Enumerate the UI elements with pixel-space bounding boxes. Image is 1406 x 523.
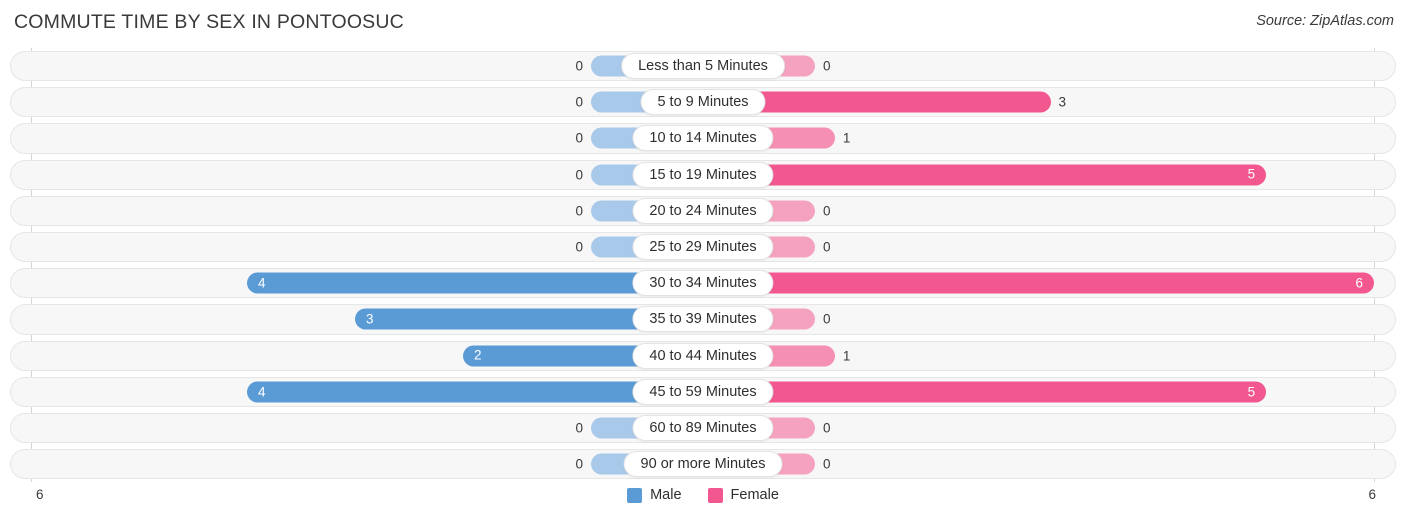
bar-value-female: 0 (823, 58, 831, 74)
bar-male[interactable]: 4 (247, 272, 679, 294)
category-label: 25 to 29 Minutes (632, 234, 774, 261)
category-label: 35 to 39 Minutes (632, 306, 774, 333)
bar-value-female: 0 (823, 239, 831, 255)
chart-plot-area: 0 0 Less than 5 Minutes 0 3 5 to 9 Minutes 0 1 1… (0, 48, 1406, 482)
bar-value-female: 3 (1058, 94, 1067, 110)
bar-value-male: 3 (366, 311, 374, 327)
page-title: COMMUTE TIME BY SEX IN PONTOOSUC (14, 11, 404, 33)
chart-row: 2 1 40 to 44 Minutes (0, 338, 1406, 374)
bar-value-female: 0 (823, 420, 831, 436)
bar-value-male: 0 (575, 420, 583, 436)
bar-value-male: 2 (474, 347, 482, 363)
category-label: 90 or more Minutes (623, 451, 783, 478)
bar-value-male: 4 (258, 384, 266, 400)
legend-item-female[interactable]: Female (707, 487, 779, 503)
bar-value-female: 1 (842, 130, 851, 146)
bar-female[interactable] (727, 91, 1051, 113)
chart-footer: 6 6 Male Female (0, 482, 1406, 523)
source-attribution: Source: ZipAtlas.com (1256, 13, 1394, 29)
bar-value-male: 0 (575, 94, 583, 110)
category-label: Less than 5 Minutes (621, 53, 785, 80)
bar-value-female: 5 (1247, 384, 1256, 400)
bar-value-male: 0 (575, 166, 583, 182)
bar-female[interactable]: 5 (727, 164, 1267, 186)
chart-page: COMMUTE TIME BY SEX IN PONTOOSUC Source:… (0, 0, 1406, 523)
bar-value-male: 0 (575, 58, 583, 74)
bar-value-female: 0 (823, 311, 831, 327)
category-label: 10 to 14 Minutes (632, 125, 774, 152)
bar-female[interactable]: 6 (727, 272, 1374, 294)
bar-female[interactable]: 5 (727, 381, 1267, 403)
legend-label-male: Male (650, 487, 682, 503)
bar-value-female: 0 (823, 203, 831, 219)
category-label: 15 to 19 Minutes (632, 161, 774, 188)
chart-row: 0 3 5 to 9 Minutes (0, 84, 1406, 120)
chart-row: 0 0 20 to 24 Minutes (0, 193, 1406, 229)
category-label: 40 to 44 Minutes (632, 342, 774, 369)
bar-value-male: 0 (575, 203, 583, 219)
bar-male[interactable]: 4 (247, 381, 679, 403)
category-label: 20 to 24 Minutes (632, 197, 774, 224)
category-label: 30 to 34 Minutes (632, 270, 774, 297)
chart-legend: Male Female (0, 487, 1406, 503)
chart-row: 0 1 10 to 14 Minutes (0, 120, 1406, 156)
category-label: 60 to 89 Minutes (632, 414, 774, 441)
legend-swatch-female-icon (707, 487, 723, 503)
chart-row: 0 5 15 to 19 Minutes (0, 157, 1406, 193)
chart-row: 4 5 45 to 59 Minutes (0, 374, 1406, 410)
bar-value-male: 4 (258, 275, 266, 291)
chart-row: 0 0 90 or more Minutes (0, 446, 1406, 482)
category-label: 45 to 59 Minutes (632, 378, 774, 405)
bar-value-male: 0 (575, 456, 583, 472)
legend-label-female: Female (730, 487, 779, 503)
chart-header: COMMUTE TIME BY SEX IN PONTOOSUC Source:… (0, 0, 1406, 46)
chart-row: 4 6 30 to 34 Minutes (0, 265, 1406, 301)
chart-row: 0 0 60 to 89 Minutes (0, 410, 1406, 446)
category-label: 5 to 9 Minutes (640, 89, 766, 116)
bar-value-female: 0 (823, 456, 831, 472)
chart-row: 0 0 25 to 29 Minutes (0, 229, 1406, 265)
chart-row: 0 0 Less than 5 Minutes (0, 48, 1406, 84)
chart-row: 3 0 35 to 39 Minutes (0, 301, 1406, 337)
bar-value-female: 6 (1355, 275, 1363, 291)
legend-item-male[interactable]: Male (627, 487, 682, 503)
bar-value-male: 0 (575, 130, 583, 146)
bar-value-female: 5 (1247, 166, 1256, 182)
bar-male[interactable]: 3 (355, 308, 679, 330)
bar-value-female: 1 (842, 347, 851, 363)
bar-value-male: 0 (575, 239, 583, 255)
legend-swatch-male-icon (627, 487, 643, 503)
